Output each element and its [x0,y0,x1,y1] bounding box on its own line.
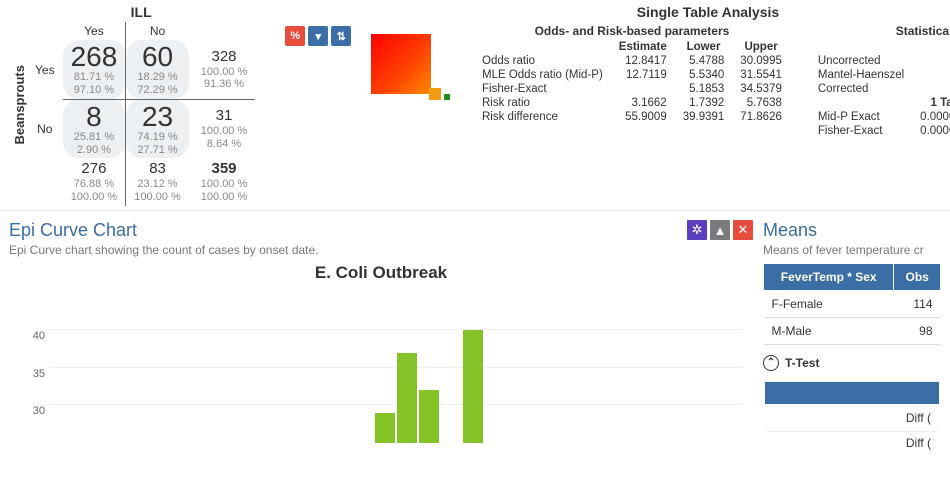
row2-total-pct2: 8.64 % [201,138,247,151]
ttest-label: T-Test [785,356,819,370]
two-by-two-table: Yes No Yes 268 81.71 % 97.10 % 60 [27,22,255,206]
row2-total-pct1: 100.00 % [201,125,247,138]
chevron-up-down-icon: ⇅ [337,30,346,43]
triangle-up-icon: ▲ [714,223,727,238]
col2-total: 83 [134,160,180,178]
col-header-no: No [126,22,189,40]
odds-risk-header: Odds- and Risk-based parameters [474,24,790,38]
cell-b-count: 60 [134,42,180,71]
cell-a-rowpct: 81.71 % [71,71,118,84]
cell-a-count: 268 [71,42,118,71]
cell-c-rowpct: 25.81 % [71,131,118,144]
col1-total-pct1: 76.88 % [71,178,118,191]
chart-title: E. Coli Outbreak [9,263,753,283]
col-estimate: Estimate [611,40,675,54]
col1-total-pct2: 100.00 % [71,191,118,204]
column-variable-label: ILL [27,4,255,20]
cell-b-colpct: 72.29 % [134,84,180,97]
epi-panel-title: Epi Curve Chart [9,220,137,241]
cell-a-colpct: 97.10 % [71,84,118,97]
table-row: M-Male98 [764,317,941,344]
risk-ratio-label: Risk ratio [474,96,611,110]
heatmap-preview [371,34,450,100]
cell-d-rowpct: 74.19 % [134,131,180,144]
stat-tests-table: X²2 Tailed Uncorrected49.79430.0000000 M… [810,40,950,138]
ttest-accordion-toggle[interactable]: ⌃ T-Test [763,355,941,371]
row-header-no: No [27,99,63,158]
col2-total-pct1: 23.12 % [134,178,180,191]
sort-ascending-button[interactable]: ⇅ [331,26,351,46]
col-lower: Lower [675,40,733,54]
analysis-title: Single Table Analysis [474,4,942,20]
stat-tests-header: Statistical Tests [810,24,950,38]
close-icon: ✕ [738,222,749,238]
mle-odds-ratio-label: MLE Odds ratio (Mid-P) [474,68,611,82]
panel-settings-button[interactable]: ✲ [687,220,707,240]
odds-ratio-label: Odds ratio [474,54,611,68]
cell-d-count: 23 [134,102,180,131]
chevron-up-icon: ⌃ [763,355,779,371]
row-header-yes: Yes [27,40,63,99]
grand-total-pct2: 100.00 % [201,191,247,204]
chevron-down-icon: ▾ [316,30,322,43]
means-panel-subtitle: Means of fever temperature cr [763,243,941,257]
grand-total-pct1: 100.00 % [201,178,247,191]
means-panel-title: Means [763,220,817,241]
odds-risk-table: Estimate Lower Upper Odds ratio12.84175.… [474,40,790,124]
cell-c-count: 8 [71,102,118,131]
cell-d-colpct: 27.71 % [134,144,180,157]
col2-total-pct2: 100.00 % [134,191,180,204]
col-header-yes: Yes [63,22,126,40]
epi-curve-plot: 303540 [49,293,743,443]
means-table: FeverTemp * Sex Obs F-Female114 M-Male98 [763,263,941,345]
percent-toggle-button[interactable]: % [285,26,305,46]
panel-collapse-button[interactable]: ▲ [710,220,730,240]
risk-difference-label: Risk difference [474,110,611,124]
ttest-diff-table: Diff ( Diff ( [763,379,941,456]
col-upper: Upper [732,40,790,54]
row-variable-label: Beansprouts [8,65,27,144]
grand-total: 359 [201,160,247,178]
row1-total: 328 [201,48,247,66]
fisher-exact-label: Fisher-Exact [474,82,611,96]
row2-total: 31 [201,107,247,125]
cell-c-colpct: 2.90 % [71,144,118,157]
means-col-group: FeverTemp * Sex [764,263,894,290]
cell-b-rowpct: 18.29 % [134,71,180,84]
epi-panel-subtitle: Epi Curve chart showing the count of cas… [9,243,753,257]
means-col-obs: Obs [894,263,941,290]
col1-total: 276 [71,160,118,178]
table-row: F-Female114 [764,290,941,317]
panel-close-button[interactable]: ✕ [733,220,753,240]
row1-total-pct2: 91.36 % [201,78,247,91]
row1-total-pct1: 100.00 % [201,66,247,79]
sort-descending-button[interactable]: ▾ [308,26,328,46]
gear-icon: ✲ [692,222,703,238]
